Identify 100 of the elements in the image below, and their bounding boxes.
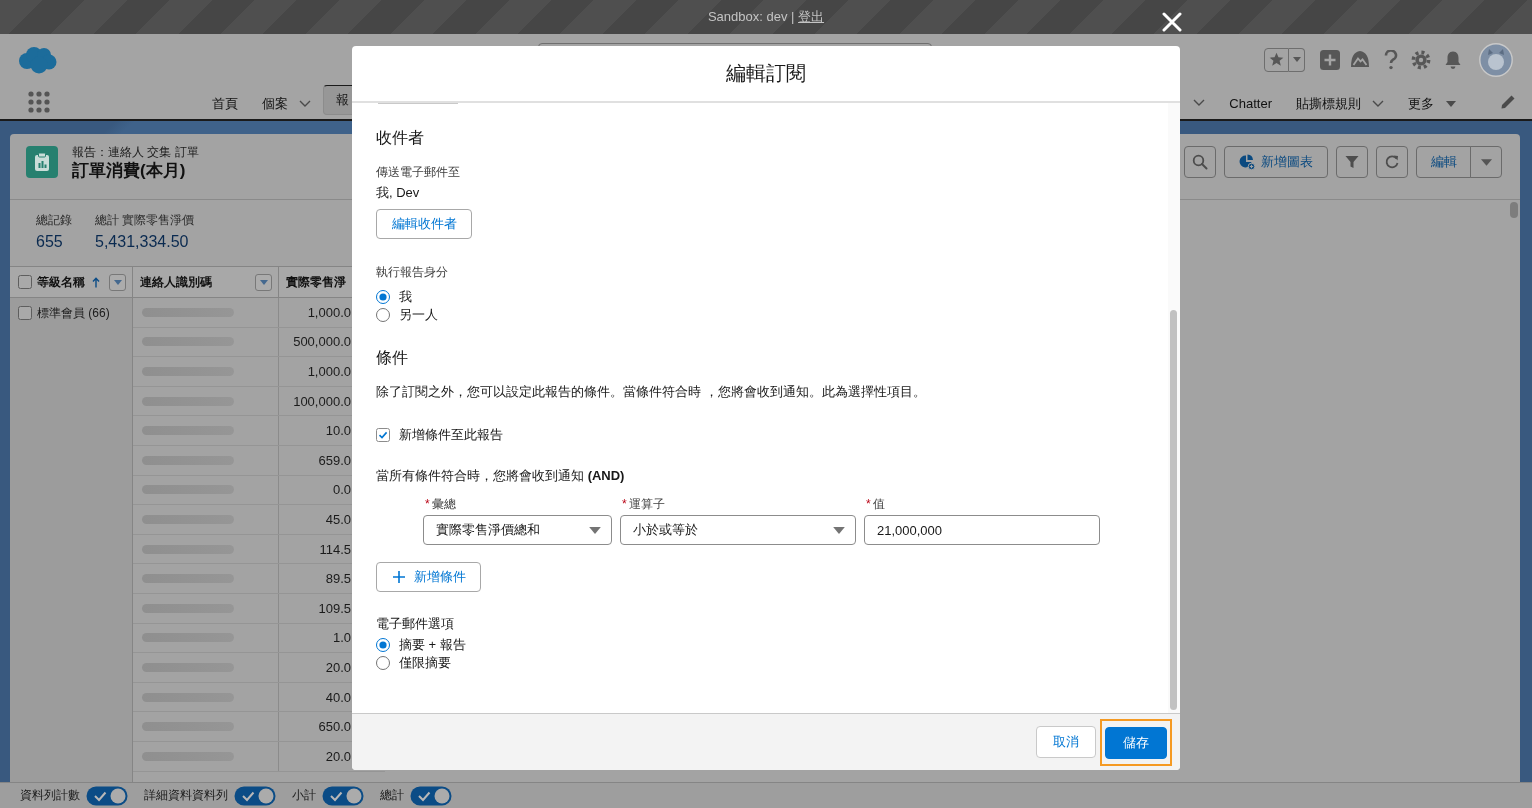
toggle-label: 資料列計數 [20, 787, 80, 804]
caret-down-icon [1446, 100, 1456, 107]
checkbox[interactable] [376, 428, 390, 442]
toggle-switch[interactable] [410, 785, 452, 806]
refresh-button[interactable] [1376, 146, 1408, 178]
scrollbar-thumb[interactable] [1510, 202, 1518, 218]
report-clipboard-icon [26, 146, 58, 178]
column-header[interactable]: 連絡人識別碼 [140, 273, 212, 291]
caret-down-icon [113, 279, 122, 285]
edit-button[interactable]: 編輯 [1416, 146, 1471, 178]
report-breadcrumb: 報告：連絡人 交集 訂單 [72, 144, 199, 160]
checkbox-label[interactable]: 新增條件至此報告 [399, 426, 503, 444]
radio-button[interactable] [376, 638, 390, 652]
caret-down-icon [589, 526, 601, 534]
group-label: 標準會員 (66) [37, 304, 110, 322]
table-cell: 500,000.0 [293, 334, 351, 350]
filter-icon [1344, 154, 1360, 170]
toggle-label: 小計 [292, 787, 316, 804]
toggle-switch[interactable] [234, 785, 276, 806]
avatar-icon[interactable] [1479, 42, 1513, 77]
nav-tab[interactable]: 貼撕標規則 [1284, 85, 1396, 119]
modal-title: 編輯訂閱 [726, 61, 806, 86]
close-icon[interactable] [1162, 12, 1182, 32]
summary-label: 總計 實際零售淨價 [95, 212, 195, 228]
toggle-label: 總計 [380, 787, 404, 804]
pencil-icon[interactable] [1500, 94, 1516, 110]
notification-bell-icon[interactable] [1443, 49, 1463, 70]
toggle-switch[interactable] [322, 785, 364, 806]
column-menu-button[interactable] [255, 273, 272, 291]
table-cell: 100,000.0 [293, 393, 351, 409]
scrollbar[interactable] [1168, 103, 1180, 713]
field-label: 傳送電子郵件至 [376, 164, 460, 181]
favorites-button[interactable] [1264, 47, 1289, 72]
favorites-menu-button[interactable] [1289, 47, 1305, 72]
cancel-button[interactable]: 取消 [1036, 726, 1096, 758]
option-label[interactable]: 我 [399, 288, 412, 306]
checkbox[interactable] [18, 306, 32, 320]
toggle-label: 詳細資料資料列 [144, 787, 228, 804]
chevron-down-icon [299, 100, 311, 107]
dropdown-field[interactable]: 實際零售淨價總和 [423, 515, 612, 545]
caret-down-icon [1292, 57, 1301, 62]
column-menu-button[interactable] [109, 273, 126, 291]
radio-button[interactable] [376, 656, 390, 670]
summary-value: 655 [36, 232, 64, 252]
checkbox[interactable] [18, 275, 32, 289]
settings-icon[interactable] [1411, 49, 1431, 70]
nav-tab[interactable]: Chatter [1217, 85, 1284, 119]
edit-recipients-button[interactable]: 編輯收件者 [376, 209, 472, 239]
table-cell: 1.0 [332, 630, 351, 646]
table-cell: 20.0 [325, 748, 351, 764]
chevron-down-icon [1372, 100, 1384, 107]
nav-tab[interactable]: 個案 [250, 85, 323, 119]
pie-chart-icon [1239, 154, 1255, 170]
nav-tab[interactable]: 首頁 [200, 85, 250, 119]
app-launcher-icon[interactable] [28, 91, 50, 113]
field-label: 電子郵件選項 [376, 615, 454, 633]
filter-button[interactable] [1336, 146, 1368, 178]
search-button[interactable] [1184, 146, 1216, 178]
refresh-icon [1384, 154, 1400, 170]
column-header[interactable]: 等級名稱 [37, 273, 85, 291]
field-value: 我, Dev [376, 184, 420, 202]
cloud-logo[interactable] [17, 45, 57, 74]
option-label[interactable]: 另一人 [399, 306, 438, 324]
edit-menu-button[interactable] [1470, 146, 1502, 178]
caret-down-icon [833, 526, 845, 534]
table-cell: 109.5 [318, 600, 351, 616]
table-cell: 20.0 [325, 659, 351, 675]
logout-link[interactable]: 登出 [798, 9, 825, 24]
save-button[interactable]: 儲存 [1105, 727, 1167, 759]
report-title: 訂單消費(本月) [72, 160, 187, 182]
field-label: * 運算子 [621, 496, 666, 512]
radio-button[interactable] [376, 290, 390, 304]
help-icon[interactable] [1384, 49, 1398, 70]
dropdown-field[interactable]: 小於或等於 [620, 515, 856, 545]
scrollbar-thumb[interactable] [1170, 310, 1177, 710]
input-field[interactable]: 21,000,000 [864, 515, 1100, 545]
summary-value: 5,431,334.50 [95, 232, 190, 252]
chevron-down-icon[interactable] [1193, 98, 1206, 106]
add-icon[interactable] [1320, 49, 1340, 70]
table-cell: 10.0 [325, 423, 351, 439]
table-cell: 89.5 [325, 571, 351, 587]
field-label: * 值 [865, 496, 886, 512]
radio-button[interactable] [376, 308, 390, 322]
section-heading: 條件 [376, 348, 408, 368]
summary-label: 總記錄 [36, 212, 72, 228]
column-header[interactable]: 實際零售淨 [286, 273, 346, 291]
option-label[interactable]: 僅限摘要 [399, 654, 451, 672]
add-chart-button[interactable]: 新增圖表 [1224, 146, 1328, 178]
plus-icon [393, 571, 405, 583]
mountain-icon[interactable] [1350, 50, 1370, 69]
search-icon [1192, 154, 1208, 170]
description-text: 除了訂閱之外，您可以設定此報告的條件。當條件符合時 ，您將會收到通知。此為選擇性項目。 [376, 383, 926, 401]
nav-tab[interactable]: 更多 [1396, 85, 1468, 119]
match-text: 當所有條件符合時，您將會收到通知 (AND) [376, 467, 625, 485]
toggle-switch[interactable] [86, 785, 128, 806]
add-condition-button[interactable]: 新增條件 [376, 562, 481, 592]
section-heading: 收件者 [376, 128, 424, 148]
table-cell: 1,000.0 [307, 304, 351, 320]
option-label[interactable]: 摘要 + 報告 [399, 636, 466, 654]
sandbox-notice: Sandbox: dev | 登出 [707, 8, 825, 26]
